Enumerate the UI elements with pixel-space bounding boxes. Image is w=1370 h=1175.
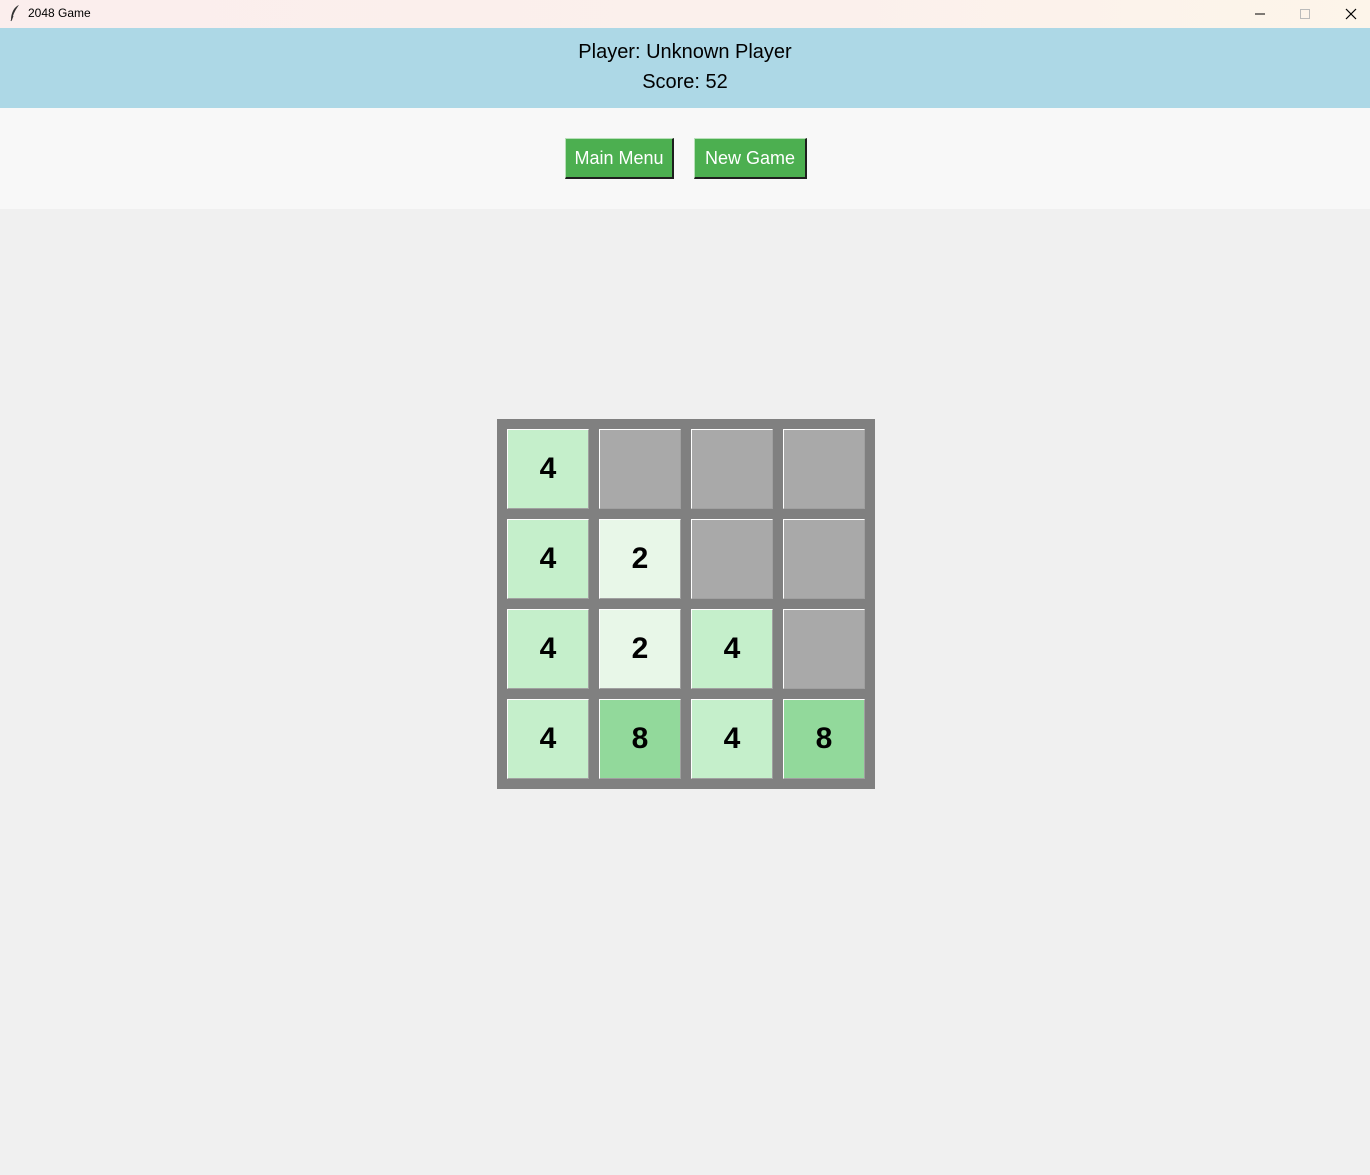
close-icon [1345, 8, 1357, 20]
close-button[interactable] [1328, 0, 1370, 28]
minimize-icon [1255, 13, 1265, 15]
toolbar: Main Menu New Game [0, 108, 1370, 209]
new-game-button[interactable]: New Game [694, 138, 807, 179]
empty-tile [783, 519, 865, 599]
game-board: 4424244848 [497, 419, 875, 789]
score-label: Score: 52 [642, 71, 728, 93]
player-label: Player: Unknown Player [578, 41, 792, 63]
empty-tile [691, 429, 773, 509]
main-menu-button[interactable]: Main Menu [565, 138, 674, 179]
maximize-icon [1300, 9, 1310, 19]
tile: 8 [783, 699, 865, 779]
empty-tile [783, 609, 865, 689]
tile: 4 [507, 429, 589, 509]
tile: 4 [507, 519, 589, 599]
minimize-button[interactable] [1237, 0, 1283, 28]
tile: 4 [691, 699, 773, 779]
empty-tile [691, 519, 773, 599]
tile: 2 [599, 519, 681, 599]
tile: 2 [599, 609, 681, 689]
window-title: 2048 Game [28, 6, 91, 20]
tile: 8 [599, 699, 681, 779]
player-header: Player: Unknown Player Score: 52 [0, 28, 1370, 108]
tile: 4 [507, 609, 589, 689]
empty-tile [783, 429, 865, 509]
maximize-button[interactable] [1282, 0, 1328, 28]
feather-icon [10, 5, 19, 22]
empty-tile [599, 429, 681, 509]
tile: 4 [507, 699, 589, 779]
tile: 4 [691, 609, 773, 689]
title-bar[interactable]: 2048 Game [0, 0, 1370, 28]
